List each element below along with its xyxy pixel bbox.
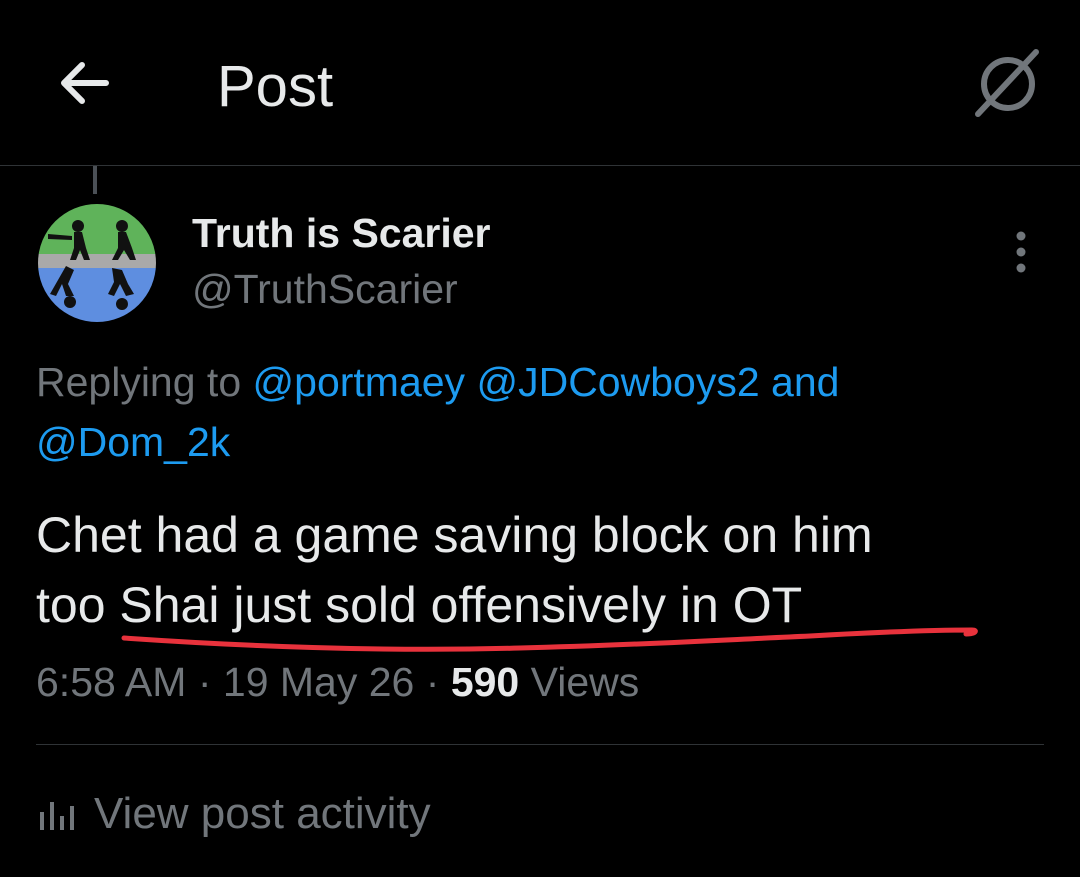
meta-separator: ·	[197, 659, 212, 705]
avatar[interactable]	[38, 204, 156, 322]
thread-connector	[93, 166, 97, 194]
views-count: 590	[450, 659, 520, 705]
avatar-figures-image	[38, 204, 156, 322]
post-time: 6:58 AM	[36, 659, 187, 705]
mention-link[interactable]: @Dom_2k	[36, 419, 230, 465]
replying-to: Replying to @portmaey @JDCowboys2 and @D…	[36, 352, 1036, 472]
mention-link[interactable]: @JDCowboys2	[476, 359, 759, 405]
activity-label: View post activity	[94, 789, 431, 838]
views-label: Views	[530, 659, 640, 705]
post-date: 19 May 26	[222, 659, 415, 705]
back-button[interactable]	[52, 50, 118, 116]
post-text-line: Chet had a game saving block on him	[36, 507, 873, 563]
author-display-name[interactable]: Truth is Scarier	[192, 208, 491, 258]
mention-link[interactable]: @portmaey	[253, 359, 466, 405]
author-handle[interactable]: @TruthScarier	[192, 264, 458, 314]
mention-joiner[interactable]: and	[771, 359, 839, 405]
divider	[36, 744, 1044, 745]
more-options-button[interactable]	[1004, 228, 1038, 276]
top-bar: Post	[0, 0, 1080, 166]
meta-separator: ·	[425, 659, 440, 705]
post-meta: 6:58 AM · 19 May 26 · 590 Views	[36, 656, 639, 708]
bar-chart-icon	[40, 802, 74, 830]
arrow-left-icon	[61, 62, 109, 104]
more-vertical-icon	[1016, 231, 1026, 273]
page-title: Post	[217, 54, 334, 119]
replying-prefix: Replying to	[36, 359, 242, 405]
view-post-activity-button[interactable]: View post activity	[36, 786, 431, 842]
grok-button[interactable]	[968, 44, 1048, 124]
grok-icon	[975, 49, 1039, 117]
